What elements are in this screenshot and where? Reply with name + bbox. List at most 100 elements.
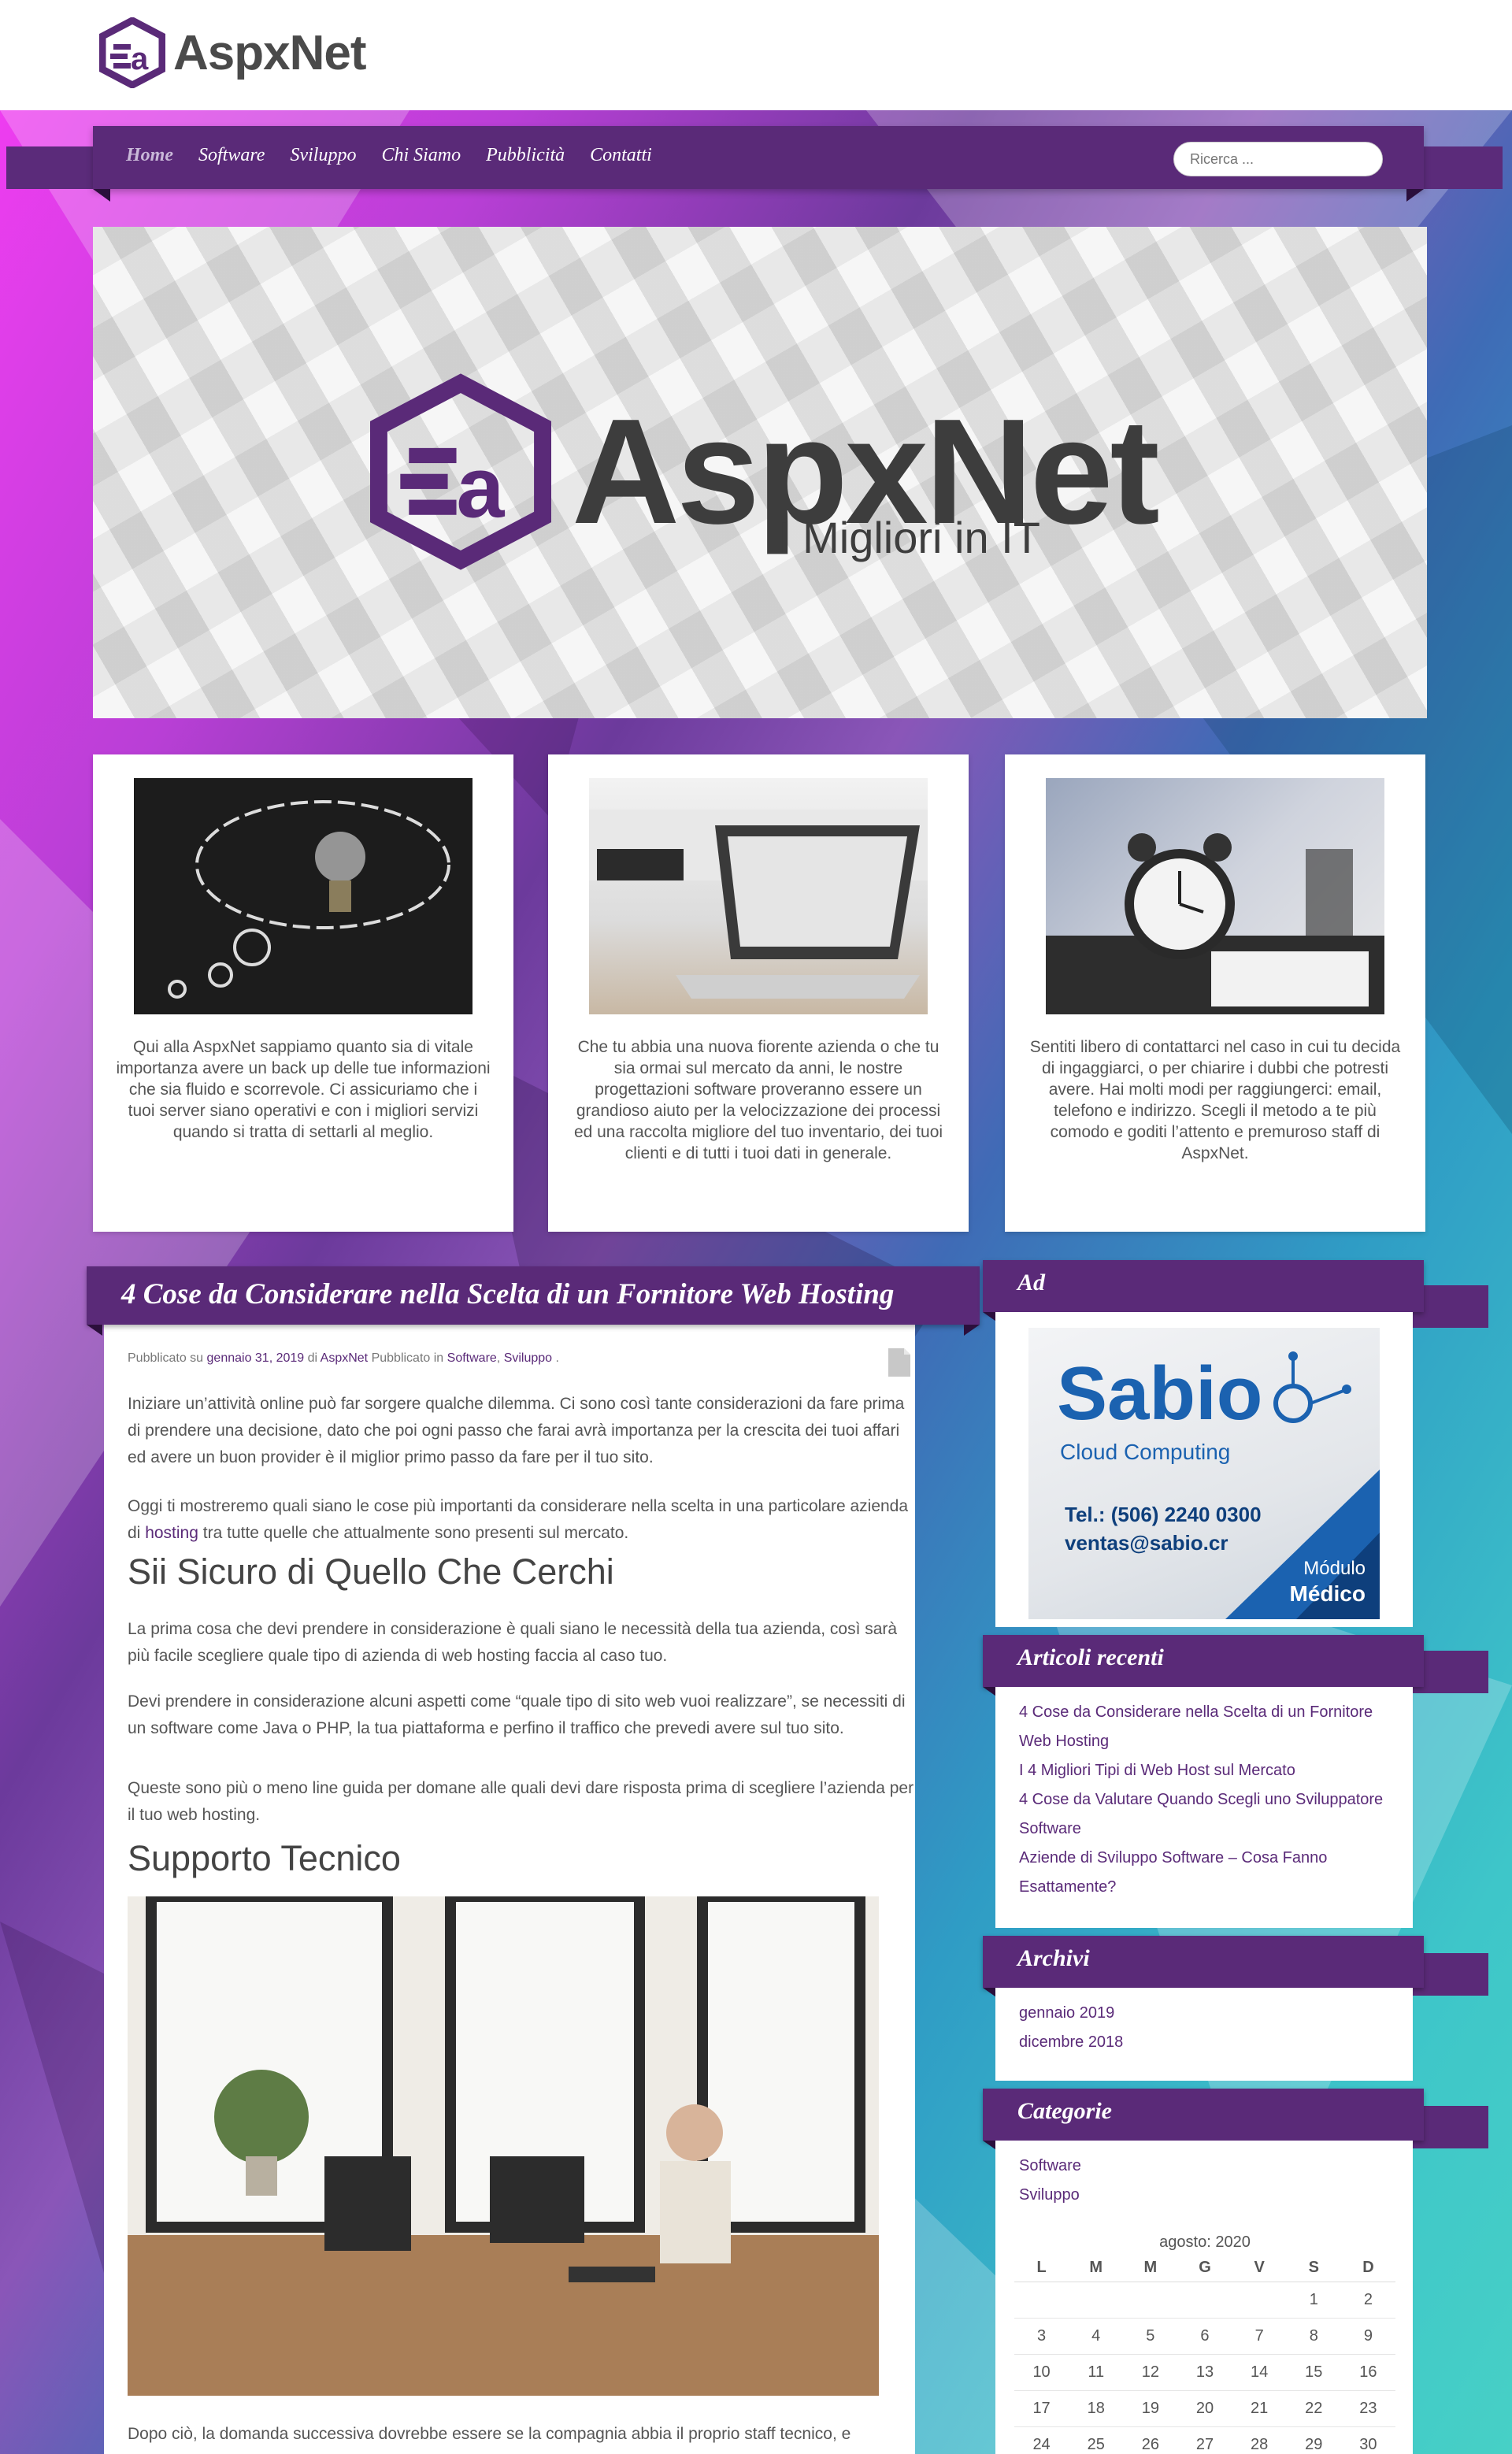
archives-title: Archivi bbox=[1017, 1945, 1090, 1971]
nav-item-chi-siamo[interactable]: Chi Siamo bbox=[381, 145, 461, 166]
calendar-day: 3 bbox=[1014, 2318, 1069, 2355]
lightbulb-chalk-image bbox=[134, 778, 472, 1014]
calendar-day: 23 bbox=[1340, 2390, 1395, 2427]
calendar-day: 28 bbox=[1232, 2426, 1287, 2454]
calendar-day: 6 bbox=[1177, 2318, 1232, 2355]
alarm-clock-image bbox=[1046, 778, 1384, 1014]
lightbulb-icon bbox=[168, 800, 450, 999]
meta-separator: , bbox=[496, 1351, 501, 1365]
recent-posts-ribbon: Articoli recenti bbox=[983, 1635, 1424, 1698]
article-paragraph: La prima cosa che devi prendere in consi… bbox=[128, 1620, 898, 1665]
site-logo-text: AspxNet bbox=[173, 25, 367, 80]
calendar-day: 5 bbox=[1123, 2318, 1178, 2355]
calendar-week-row: 10 11 12 13 14 15 16 bbox=[1014, 2354, 1395, 2391]
support-office-photo bbox=[128, 1896, 879, 2396]
calendar-day: 16 bbox=[1340, 2354, 1395, 2391]
meta-category-software-link[interactable]: Software bbox=[447, 1351, 497, 1365]
calendar-day: 7 bbox=[1232, 2318, 1287, 2355]
calendar-day: 9 bbox=[1340, 2318, 1395, 2355]
meta-end: . bbox=[555, 1351, 559, 1365]
categories-list: Software Sviluppo bbox=[1019, 2152, 1397, 2210]
calendar-day: 30 bbox=[1340, 2426, 1395, 2454]
article-paragraph: Oggi ti mostreremo quali siano le cose p… bbox=[128, 1493, 915, 1547]
laptop-icon bbox=[589, 810, 928, 999]
recent-post-link[interactable]: 4 Cose da Considerare nella Scelta di un… bbox=[1019, 1698, 1397, 1756]
recent-post-link[interactable]: Aziende di Sviluppo Software – Cosa Fann… bbox=[1019, 1844, 1397, 1902]
search-input[interactable] bbox=[1173, 142, 1383, 176]
calendar-day: 29 bbox=[1286, 2426, 1341, 2454]
meta-category-sviluppo-link[interactable]: Sviluppo bbox=[504, 1351, 552, 1365]
recent-posts-title: Articoli recenti bbox=[1017, 1644, 1164, 1670]
article-paragraph: Queste sono più o meno line guida per do… bbox=[128, 1779, 914, 1824]
calendar-day: 20 bbox=[1177, 2390, 1232, 2427]
calendar-caption: agosto: 2020 bbox=[1159, 2233, 1251, 2251]
feature-card-text: Che tu abbia una nuova fiorente azienda … bbox=[573, 1038, 943, 1162]
archive-link[interactable]: dicembre 2018 bbox=[1019, 2028, 1397, 2057]
article-paragraph: Iniziare un’attività online può far sorg… bbox=[128, 1395, 905, 1466]
hero-banner: a AspxNet I Migliori in IT bbox=[93, 227, 1427, 718]
article-meta: Pubblicato su gennaio 31, 2019 di AspxNe… bbox=[128, 1351, 559, 1366]
meta-by: di bbox=[307, 1351, 318, 1365]
calendar-week-row: 12 bbox=[1014, 2282, 1395, 2319]
calendar-day bbox=[1177, 2282, 1232, 2319]
paragraph-text: tra tutte quelle che attualmente sono pr… bbox=[202, 1524, 629, 1542]
nav-item-sviluppo[interactable]: Sviluppo bbox=[290, 145, 356, 166]
office-worker-image bbox=[128, 1896, 879, 2396]
calendar-day: 19 bbox=[1123, 2390, 1178, 2427]
calendar-day: 13 bbox=[1177, 2354, 1232, 2391]
ad-email: ventas@sabio.cr bbox=[1065, 1531, 1228, 1555]
calendar-body: 1 2 3 4 5 6 7 8 9 10 11 12 13 14 15 16 17 18 19 20 21 22 23 24 2… bbox=[1014, 2282, 1395, 2454]
feature-card-backup: Qui alla AspxNet sappiamo quanto sia di … bbox=[93, 754, 513, 1232]
calendar-widget: agosto: 2020 L M M G V S D 1 2 3 4 5 6 7 8 9 10 11… bbox=[1014, 2233, 1395, 2454]
nav-ribbon-fold-left bbox=[93, 189, 110, 202]
meta-in: Pubblicato in bbox=[371, 1351, 444, 1365]
ad-subtitle: Cloud Computing bbox=[1060, 1440, 1231, 1464]
calendar-day: 1 bbox=[1286, 2282, 1341, 2319]
ad-widget-title: Ad bbox=[1017, 1270, 1046, 1296]
weekday-header: S bbox=[1286, 2255, 1341, 2282]
weekday-header: L bbox=[1014, 2255, 1069, 2282]
article-title[interactable]: 4 Cose da Considerare nella Scelta di un… bbox=[121, 1277, 894, 1311]
recent-post-link[interactable]: I 4 Migliori Tipi di Web Host sul Mercat… bbox=[1019, 1756, 1397, 1785]
recent-post-link[interactable]: 4 Cose da Valutare Quando Scegli uno Svi… bbox=[1019, 1785, 1397, 1844]
alarm-clock-icon bbox=[1046, 833, 1384, 1014]
nav-item-software[interactable]: Software bbox=[198, 145, 265, 166]
calendar-day: 12 bbox=[1123, 2354, 1178, 2391]
calendar-day: 26 bbox=[1123, 2426, 1178, 2454]
calendar-table: L M M G V S D 1 2 3 4 5 6 7 8 9 10 11 12 13 14 15 16 17 1… bbox=[1014, 2255, 1395, 2454]
calendar-day: 10 bbox=[1014, 2354, 1069, 2391]
nav-item-home[interactable]: Home bbox=[126, 145, 173, 166]
meta-author-link[interactable]: AspxNet bbox=[321, 1351, 368, 1365]
category-link[interactable]: Sviluppo bbox=[1019, 2181, 1397, 2210]
ribbon-fold-right bbox=[964, 1325, 980, 1336]
calendar-day: 2 bbox=[1340, 2282, 1395, 2319]
meta-date-link[interactable]: gennaio 31, 2019 bbox=[207, 1351, 305, 1365]
calendar-day bbox=[1232, 2282, 1287, 2319]
calendar-day: 27 bbox=[1177, 2426, 1232, 2454]
svg-text:a: a bbox=[457, 440, 506, 536]
main-navigation: Home Software Sviluppo Chi Siamo Pubblic… bbox=[6, 126, 1503, 205]
calendar-day: 11 bbox=[1069, 2354, 1124, 2391]
category-link[interactable]: Software bbox=[1019, 2152, 1397, 2181]
calendar-day: 18 bbox=[1069, 2390, 1124, 2427]
site-header: a AspxNet bbox=[0, 0, 1512, 110]
document-icon bbox=[888, 1348, 910, 1377]
feature-card-software: Che tu abbia una nuova fiorente azienda … bbox=[548, 754, 969, 1232]
weekday-header: G bbox=[1177, 2255, 1232, 2282]
archive-link[interactable]: gennaio 2019 bbox=[1019, 1999, 1397, 2028]
site-logo[interactable]: a AspxNet bbox=[99, 17, 367, 88]
calendar-day: 4 bbox=[1069, 2318, 1124, 2355]
calendar-header-row: L M M G V S D bbox=[1014, 2255, 1395, 2282]
sabio-ad-banner[interactable]: Sabio Cloud Computing Tel.: (506) 2240 0… bbox=[1028, 1328, 1380, 1619]
calendar-day: 14 bbox=[1232, 2354, 1287, 2391]
categories-ribbon: Categorie bbox=[983, 2089, 1424, 2152]
weekday-header: M bbox=[1123, 2255, 1178, 2282]
ad-widget-ribbon: Ad bbox=[983, 1260, 1424, 1323]
hosting-link[interactable]: hosting bbox=[145, 1524, 198, 1542]
calendar-day: 15 bbox=[1286, 2354, 1341, 2391]
categories-title: Categorie bbox=[1017, 2098, 1112, 2124]
nav-item-contatti[interactable]: Contatti bbox=[590, 145, 652, 166]
weekday-header: M bbox=[1069, 2255, 1124, 2282]
nav-item-pubblicita[interactable]: Pubblicità bbox=[486, 145, 565, 166]
hero-tagline: I Migliori in IT bbox=[778, 513, 1040, 562]
